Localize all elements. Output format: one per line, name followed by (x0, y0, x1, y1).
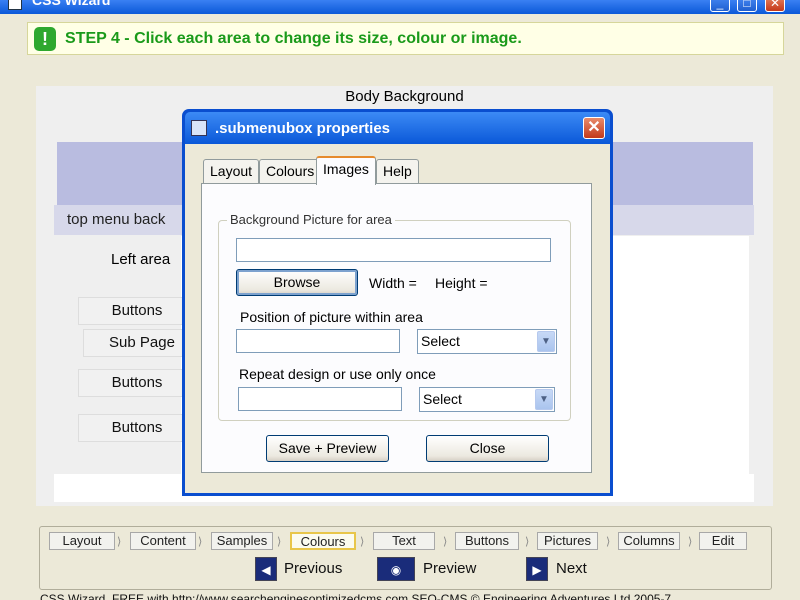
repeat-input[interactable] (238, 387, 402, 411)
chevron-down-icon[interactable]: ▼ (537, 331, 555, 352)
side-button-2[interactable]: Buttons (78, 369, 196, 397)
height-label: Height = (435, 275, 488, 291)
top-menu-label: top menu back (67, 211, 166, 228)
dialog-body: Layout Colours Images Help Background Pi… (185, 144, 610, 493)
step-content[interactable]: Content (130, 532, 196, 550)
step-edit[interactable]: Edit (699, 532, 747, 550)
wizard-navigation: Layout ⟩ Content ⟩ Samples ⟩ Colours ⟩ T… (39, 526, 772, 590)
step-arrow-icon: ⟩ (443, 536, 448, 548)
tab-help[interactable]: Help (376, 159, 419, 184)
body-background-label[interactable]: Body Background (36, 88, 773, 105)
background-picture-group: Background Picture for area Browse Width… (218, 212, 571, 421)
close-button[interactable]: Close (426, 435, 549, 462)
step-arrow-icon: ⟩ (688, 536, 693, 548)
step-banner: ! STEP 4 - Click each area to change its… (27, 22, 784, 55)
repeat-select-value: Select (423, 391, 462, 407)
app-icon (8, 0, 22, 10)
step-layout[interactable]: Layout (49, 532, 115, 550)
chevron-down-icon[interactable]: ▼ (535, 389, 553, 410)
window-titlebar: CSS Wizard _ □ ✕ (0, 0, 800, 14)
exclamation-icon: ! (34, 27, 56, 51)
tab-images[interactable]: Images (316, 156, 376, 185)
previous-label: Previous (284, 560, 343, 577)
side-button-3[interactable]: Buttons (78, 414, 196, 442)
step-arrow-icon: ⟩ (606, 536, 611, 548)
repeat-select[interactable]: Select ▼ (419, 387, 555, 412)
preview-eye-icon: ◉ (377, 557, 415, 581)
images-tab-panel: Background Picture for area Browse Width… (201, 183, 592, 473)
step-arrow-icon: ⟩ (198, 536, 203, 548)
step-instruction: STEP 4 - Click each area to change its s… (65, 30, 522, 47)
step-arrow-icon: ⟩ (360, 536, 365, 548)
minimize-button[interactable]: _ (710, 0, 730, 12)
dialog-titlebar[interactable]: .submenubox properties ✕ (185, 112, 610, 144)
browse-button[interactable]: Browse (236, 269, 358, 296)
repeat-label: Repeat design or use only once (239, 366, 436, 382)
position-select[interactable]: Select ▼ (417, 329, 557, 354)
step-samples[interactable]: Samples (211, 532, 273, 550)
next-arrow-icon: ▶ (526, 557, 548, 581)
picture-path-input[interactable] (236, 238, 551, 262)
side-button-1[interactable]: Buttons (78, 297, 196, 325)
previous-button[interactable]: ◀ Previous (255, 557, 355, 583)
preview-button[interactable]: ◉ Preview (377, 557, 487, 583)
save-preview-button[interactable]: Save + Preview (266, 435, 389, 462)
maximize-button[interactable]: □ (737, 0, 757, 12)
window-close-button[interactable]: ✕ (765, 0, 785, 12)
position-input[interactable] (236, 329, 400, 353)
next-button[interactable]: ▶ Next (526, 557, 606, 583)
submenubox-properties-dialog: .submenubox properties ✕ Layout Colours … (182, 109, 613, 496)
tab-colours[interactable]: Colours (259, 159, 322, 184)
step-text[interactable]: Text (373, 532, 435, 550)
position-label: Position of picture within area (240, 309, 423, 325)
step-colours[interactable]: Colours (290, 532, 356, 550)
width-label: Width = (369, 275, 417, 291)
dialog-close-icon[interactable]: ✕ (583, 117, 605, 139)
step-arrow-icon: ⟩ (525, 536, 530, 548)
step-columns[interactable]: Columns (618, 532, 680, 550)
position-select-value: Select (421, 333, 460, 349)
tab-layout[interactable]: Layout (203, 159, 260, 184)
step-buttons[interactable]: Buttons (455, 532, 519, 550)
window-title: CSS Wizard (32, 0, 111, 8)
dialog-title: .submenubox properties (215, 120, 391, 137)
previous-arrow-icon: ◀ (255, 557, 277, 581)
preview-label: Preview (423, 560, 477, 577)
step-arrow-icon: ⟩ (117, 536, 122, 548)
step-arrow-icon: ⟩ (277, 536, 282, 548)
left-area-label[interactable]: Left area (111, 251, 170, 268)
next-label: Next (556, 560, 587, 577)
copyright-footer: CSS Wizard, FREE with http://www.searche… (40, 592, 672, 600)
dialog-app-icon (191, 120, 207, 136)
group-title: Background Picture for area (227, 212, 395, 227)
step-pictures[interactable]: Pictures (537, 532, 598, 550)
